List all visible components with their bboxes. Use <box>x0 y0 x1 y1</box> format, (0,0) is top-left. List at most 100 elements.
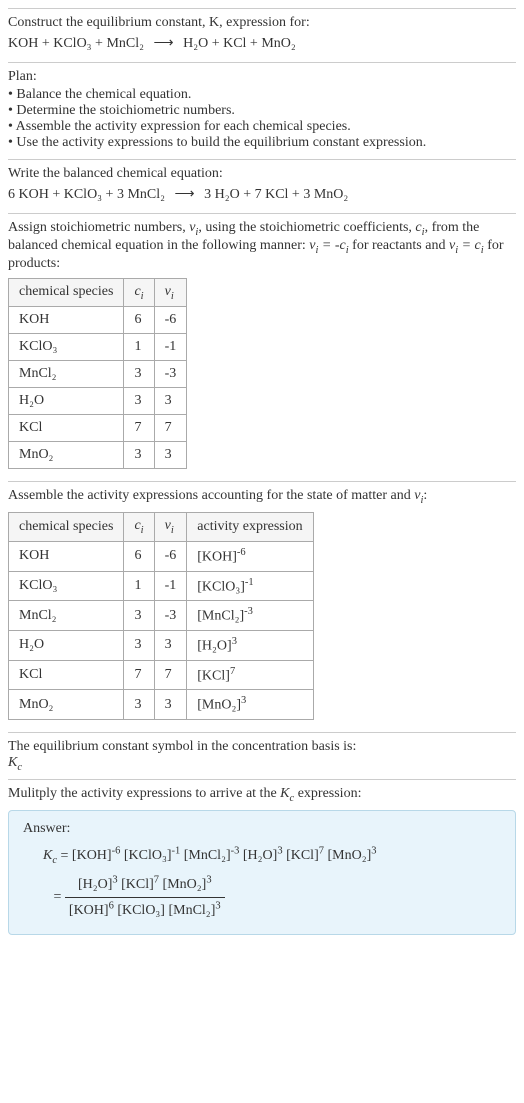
activity-section: Assemble the activity expressions accoun… <box>8 481 516 732</box>
cell-v: 7 <box>154 415 187 442</box>
term-base: [KClO₃] <box>124 848 172 863</box>
cell-expr: [KClO₃]-1 <box>187 571 313 601</box>
cell-expr: [KOH]-6 <box>187 541 313 571</box>
plan-list: Balance the chemical equation. Determine… <box>8 87 516 151</box>
arrow-icon: ⟶ <box>154 36 174 51</box>
term: [KCl]7 <box>286 848 324 863</box>
kc-symbol: Kc <box>8 755 516 773</box>
kc-var: Kc <box>43 848 57 863</box>
kc-expression: Kc = [KOH]-6 [KClO₃]-1 [MnCl₂]-3 [H₂O]3 … <box>43 843 501 924</box>
term: [H₂O]3 <box>78 877 118 892</box>
cell-v: 3 <box>154 630 187 660</box>
term-pow: -3 <box>231 846 240 857</box>
term-pow: 3 <box>371 846 376 857</box>
term-pow: 3 <box>206 874 211 885</box>
activity-table: chemical species ci νi activity expressi… <box>8 512 314 720</box>
balanced-section: Write the balanced chemical equation: 6 … <box>8 159 516 213</box>
cell-v: 3 <box>154 388 187 415</box>
cell-species: MnO₂ <box>9 690 124 720</box>
plan-section: Plan: Balance the chemical equation. Det… <box>8 62 516 159</box>
c-var: ci <box>415 220 424 235</box>
plan-item: Determine the stoichiometric numbers. <box>8 103 516 119</box>
balanced-equation: 6 KOH + KClO₃ + 3 MnCl₂ ⟶ 3 H₂O + 7 KCl … <box>8 186 516 203</box>
expr-base: [KCl] <box>197 668 230 683</box>
term-pow: 3 <box>112 874 117 885</box>
cell-species: KCl <box>9 660 124 690</box>
formula: νi = -ci <box>309 238 348 253</box>
col-species: chemical species <box>9 513 124 542</box>
col-c: ci <box>124 513 154 542</box>
cell-species: H₂O <box>9 630 124 660</box>
table-row: KOH6-6 <box>9 307 187 334</box>
table-row: MnCl₂3-3 <box>9 361 187 388</box>
expr-pow: -3 <box>244 606 253 617</box>
term-pow: 3 <box>277 846 282 857</box>
intro-line: Construct the equilibrium constant, K, e… <box>8 15 516 31</box>
cell-v: -6 <box>154 307 187 334</box>
cell-c: 3 <box>124 690 154 720</box>
answer-label: Answer: <box>23 821 501 837</box>
cell-expr: [KCl]7 <box>187 660 313 690</box>
cell-expr: [MnCl₂]-3 <box>187 601 313 631</box>
formula: νi = ci <box>449 238 484 253</box>
table-row: MnCl₂3-3[MnCl₂]-3 <box>9 601 314 631</box>
table-row: KCl77 <box>9 415 187 442</box>
activity-heading-text: Assemble the activity expressions accoun… <box>8 488 427 503</box>
plan-item: Balance the chemical equation. <box>8 87 516 103</box>
term: [KCl]7 <box>121 877 159 892</box>
balanced-heading: Write the balanced chemical equation: <box>8 166 516 182</box>
kc-symbol-section: The equilibrium constant symbol in the c… <box>8 732 516 779</box>
term-base: [MnCl₂] <box>184 848 231 863</box>
fraction-denominator: [KOH]6 [KClO₃] [MnCl₂]3 <box>65 898 225 924</box>
intro-text: Construct the equilibrium constant, K, e… <box>8 15 310 30</box>
cell-species: MnCl₂ <box>9 361 124 388</box>
cell-expr: [H₂O]3 <box>187 630 313 660</box>
kc-symbol-text: The equilibrium constant symbol in the c… <box>8 739 516 755</box>
cell-v: -3 <box>154 601 187 631</box>
term-base: [KCl] <box>121 877 154 892</box>
term-base: [MnO₂] <box>163 877 207 892</box>
term-pow: 3 <box>215 901 220 912</box>
fraction-numerator: [H₂O]3 [KCl]7 [MnO₂]3 <box>65 871 225 898</box>
stoich-text: Assign stoichiometric numbers, νi, using… <box>8 220 516 272</box>
cell-v: -6 <box>154 541 187 571</box>
term-base: [KCl] <box>286 848 319 863</box>
term: [MnO₂]3 <box>327 848 376 863</box>
expr-base: [H₂O] <box>197 639 231 654</box>
expr-base: [MnO₂] <box>197 698 241 713</box>
expr-pow: -6 <box>237 547 246 558</box>
term-pow: -1 <box>171 846 180 857</box>
cell-c: 3 <box>124 388 154 415</box>
cell-c: 3 <box>124 601 154 631</box>
activity-heading: Assemble the activity expressions accoun… <box>8 488 516 506</box>
multiply-section: Mulitply the activity expressions to arr… <box>8 779 516 947</box>
term: [MnCl₂]-3 <box>184 848 240 863</box>
term: [KOH]6 <box>69 903 114 918</box>
equation-rhs: H₂O + KCl + MnO₂ <box>183 36 296 51</box>
term-pow: 7 <box>154 874 159 885</box>
cell-c: 1 <box>124 334 154 361</box>
table-row: MnO₂33[MnO₂]3 <box>9 690 314 720</box>
term-pow: 6 <box>109 901 114 912</box>
unbalanced-equation: KOH + KClO₃ + MnCl₂ ⟶ H₂O + KCl + MnO₂ <box>8 35 516 52</box>
expr-pow: 3 <box>241 695 246 706</box>
col-species: chemical species <box>9 278 124 307</box>
term: [MnCl₂]3 <box>168 903 220 918</box>
stoich-text-part: , using the stoichiometric coefficients, <box>198 220 415 235</box>
cell-c: 7 <box>124 660 154 690</box>
term: [H₂O]3 <box>243 848 283 863</box>
col-expr: activity expression <box>187 513 313 542</box>
expr-pow: 7 <box>230 666 235 677</box>
table-header-row: chemical species ci νi activity expressi… <box>9 513 314 542</box>
term-base: [KOH] <box>72 848 112 863</box>
cell-species: KClO₃ <box>9 571 124 601</box>
cell-v: -1 <box>154 334 187 361</box>
cell-species: KOH <box>9 307 124 334</box>
plan-heading: Plan: <box>8 69 516 85</box>
cell-v: -3 <box>154 361 187 388</box>
cell-c: 7 <box>124 415 154 442</box>
cell-c: 6 <box>124 541 154 571</box>
cell-c: 6 <box>124 307 154 334</box>
expr-pow: 3 <box>232 636 237 647</box>
cell-expr: [MnO₂]3 <box>187 690 313 720</box>
